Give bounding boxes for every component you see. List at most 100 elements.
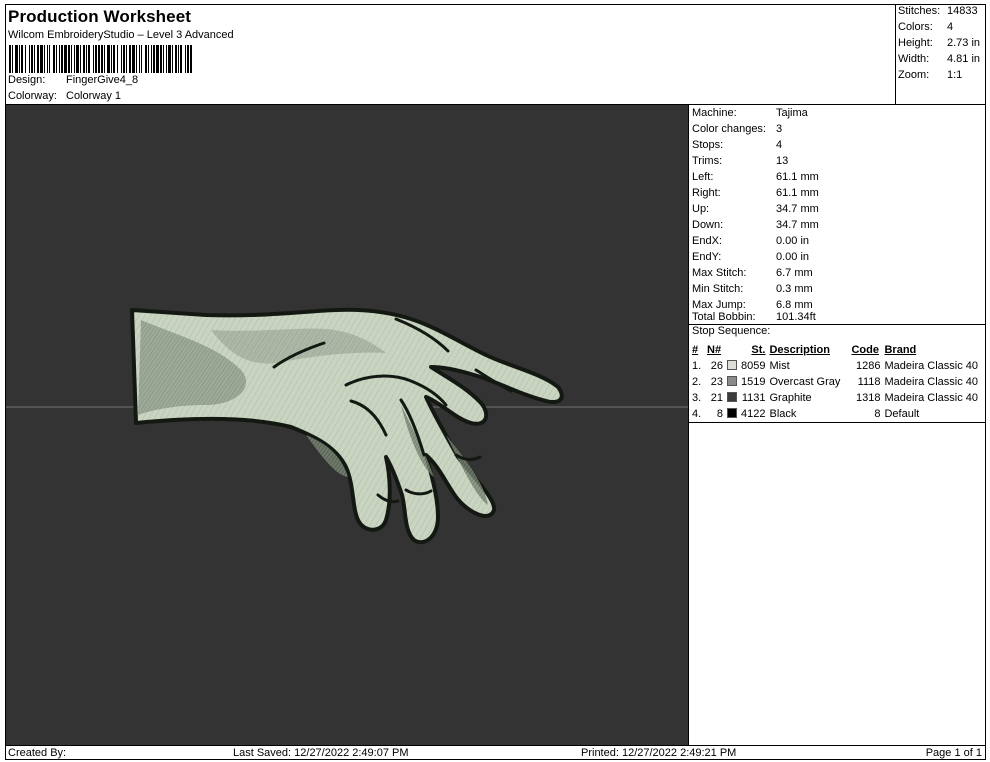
summary-row: Zoom: 1:1 (898, 69, 962, 81)
row-description: Mist (769, 360, 790, 372)
software-name: Wilcom EmbroideryStudio – Level 3 Advanc… (8, 29, 234, 41)
page-number: Page 1 of 1 (925, 747, 982, 759)
col-header-description: Description (769, 344, 830, 356)
color-swatch (727, 360, 737, 370)
row-description: Graphite (769, 392, 812, 404)
detail-label: Right: (692, 187, 721, 199)
design-preview (6, 105, 688, 745)
row-code: 1118 (857, 376, 881, 388)
detail-value: 6.7 mm (776, 267, 813, 279)
barcode (9, 45, 192, 73)
detail-row: Stops: 4 (692, 138, 782, 154)
created-by: Created By: (8, 747, 67, 759)
worksheet-footer: Created By: Last Saved: 12/27/2022 2:49:… (6, 745, 985, 759)
col-header-stitches: St. (751, 344, 766, 356)
page-title: Production Worksheet (8, 7, 192, 26)
row-brand: Madeira Classic 40 (884, 392, 979, 404)
col-header-code: Code (851, 344, 879, 356)
col-header-index: # (692, 344, 699, 356)
detail-row: Max Stitch: 6.7 mm (692, 266, 813, 282)
row-needle: 21 (710, 392, 723, 404)
detail-value: 34.7 mm (776, 219, 819, 231)
row-code: 1286 (856, 360, 881, 372)
colorway-label: Colorway: (8, 90, 57, 102)
row-stitches: 1519 (741, 376, 766, 388)
summary-value: 14833 (947, 5, 978, 17)
detail-label: Up: (692, 203, 710, 215)
row-needle: 23 (710, 376, 723, 388)
detail-label: EndY: (692, 251, 722, 263)
printed-date: Printed: 12/27/2022 2:49:21 PM (581, 747, 737, 759)
summary-label: Width: (898, 53, 930, 65)
summary-label: Height: (898, 37, 933, 49)
detail-label: Min Stitch: (692, 283, 744, 295)
summary-row: Stitches: 14833 (898, 5, 978, 17)
col-header-needle: N# (707, 344, 722, 356)
detail-row: Down: 34.7 mm (692, 218, 819, 234)
colorway-row: Colorway: Colorway 1 (8, 90, 121, 102)
row-description: Black (769, 408, 797, 420)
row-code: 8 (874, 408, 881, 420)
stop-sequence-table: # N# St. Description Code Brand 1. 26 80… (692, 342, 984, 422)
detail-label: Stops: (692, 139, 724, 151)
worksheet-header: Production Worksheet Wilcom EmbroiderySt… (6, 5, 895, 105)
detail-value: 61.1 mm (776, 187, 819, 199)
summary-label: Zoom: (898, 69, 930, 81)
color-swatch (727, 408, 737, 418)
worksheet-frame: Production Worksheet Wilcom EmbroiderySt… (5, 4, 986, 760)
machine-details: Machine: Tajima Color changes: 3 Stops: 4 T… (688, 105, 986, 745)
col-header-brand: Brand (884, 344, 917, 356)
detail-value: 0.00 in (776, 251, 810, 263)
summary-label: Stitches: (898, 5, 941, 17)
row-brand: Default (884, 408, 920, 420)
color-swatch (727, 376, 737, 386)
stop-sequence-divider (689, 422, 986, 423)
table-row: 1. 26 8059 Mist 1286 Madeira Classic 40 (692, 358, 984, 374)
stop-sequence-title: Stop Sequence: (692, 325, 771, 337)
detail-row: Min Stitch: 0.3 mm (692, 282, 813, 298)
row-needle: 8 (716, 408, 723, 420)
detail-value: 4 (776, 139, 783, 151)
summary-value: 2.73 in (947, 37, 981, 49)
detail-value: 0.00 in (776, 235, 810, 247)
design-value: FingerGive4_8 (66, 74, 139, 86)
row-code: 1318 (856, 392, 881, 404)
row-stitches: 4122 (741, 408, 766, 420)
design-row: Design: FingerGive4_8 (8, 74, 138, 86)
detail-row: Machine: Tajima (692, 106, 808, 122)
detail-value: 101.34ft (776, 311, 816, 323)
color-swatch (727, 392, 737, 402)
row-stitches: 1131 (741, 392, 766, 404)
row-needle: 26 (710, 360, 723, 372)
detail-label: Down: (692, 219, 724, 231)
col-header-swatch (727, 342, 741, 358)
row-description: Overcast Gray (769, 376, 841, 388)
summary-value: 4.81 in (947, 53, 981, 65)
detail-label: Left: (692, 171, 714, 183)
row-index: 1. (692, 360, 702, 372)
colorway-value: Colorway 1 (66, 90, 122, 102)
detail-value: 61.1 mm (776, 171, 819, 183)
row-brand: Madeira Classic 40 (884, 360, 979, 372)
detail-row: Up: 34.7 mm (692, 202, 819, 218)
detail-row: Left: 61.1 mm (692, 170, 819, 186)
detail-label: Total Bobbin: (692, 311, 756, 323)
last-saved: Last Saved: 12/27/2022 2:49:07 PM (233, 747, 409, 759)
row-index: 2. (692, 376, 702, 388)
summary-row: Colors: 4 (898, 21, 953, 33)
summary-value: 4 (947, 21, 954, 33)
summary-box: Stitches: 14833 Colors: 4 Height: 2.73 in W… (895, 5, 986, 105)
table-row: 2. 23 1519 Overcast Gray 1118 Madeira Cl… (692, 374, 984, 390)
detail-label: Machine: (692, 107, 737, 119)
detail-value: 0.3 mm (776, 283, 813, 295)
row-stitches: 8059 (741, 360, 766, 372)
detail-row: Right: 61.1 mm (692, 186, 819, 202)
row-brand: Madeira Classic 40 (884, 376, 979, 388)
detail-row: Trims: 13 (692, 154, 788, 170)
row-index: 3. (692, 392, 702, 404)
table-header-row: # N# St. Description Code Brand (692, 342, 984, 358)
table-row: 4. 8 4122 Black 8 Default (692, 406, 984, 422)
detail-label: Max Stitch: (692, 267, 747, 279)
summary-value: 1:1 (947, 69, 963, 81)
detail-label: EndX: (692, 235, 722, 247)
